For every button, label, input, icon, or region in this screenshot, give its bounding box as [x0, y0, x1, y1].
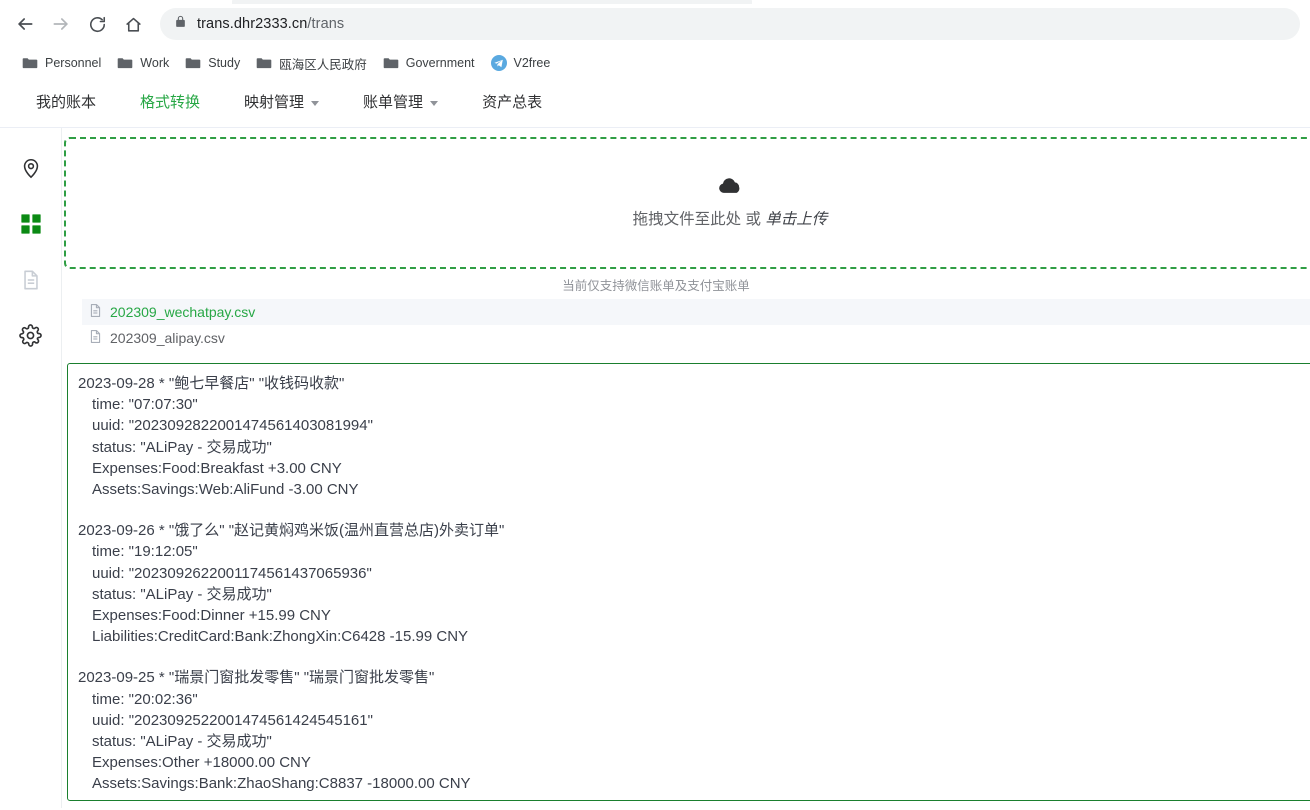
file-list-item[interactable]: 202309_alipay.csv	[82, 325, 1310, 351]
nav-item-my-ledger[interactable]: 我的账本	[14, 78, 118, 128]
sidebar-item-grid[interactable]	[0, 198, 62, 254]
transaction-posting: Liabilities:CreditCard:Bank:ZhongXin:C64…	[92, 628, 469, 646]
bookmark-study[interactable]: Study	[177, 52, 248, 74]
transaction-time: time: "07:07:30"	[92, 396, 198, 414]
paper-plane-icon	[490, 55, 507, 71]
transaction-status: status: "ALiPay - 交易成功"	[92, 585, 272, 603]
nav-item-label: 我的账本	[36, 93, 97, 111]
url-host: trans.dhr2333.cn	[197, 16, 308, 32]
forward-button[interactable]	[44, 7, 78, 41]
reload-button[interactable]	[80, 7, 114, 41]
nav-item-bill-management[interactable]: 账单管理	[341, 78, 460, 128]
browser-toolbar: trans.dhr2333.cn/trans	[0, 0, 1310, 48]
tab-strip-edge	[232, 0, 752, 4]
sidebar	[0, 128, 62, 808]
file-document-icon	[88, 329, 103, 347]
folder-icon	[22, 55, 38, 71]
sidebar-item-location[interactable]	[0, 142, 62, 198]
location-pin-icon	[20, 157, 42, 184]
transaction-uuid: uuid: "2023092522001474561424545161"	[92, 711, 373, 729]
document-icon	[20, 269, 42, 296]
reload-icon	[88, 15, 107, 34]
transaction-block: 2023-09-25 * "瑞景门窗批发零售" "瑞景门窗批发零售" time:…	[78, 667, 1310, 794]
arrow-right-icon	[51, 14, 71, 34]
nav-item-label: 资产总表	[482, 93, 543, 111]
folder-icon	[117, 55, 133, 71]
bookmark-work[interactable]: Work	[109, 52, 177, 74]
bookmark-label: Personnel	[45, 56, 102, 70]
transaction-block: 2023-09-26 * "饿了么" "赵记黄焖鸡米饭(温州直营总店)外卖订单"…	[78, 520, 1310, 647]
upload-instruction-text: 拖拽文件至此处 或 单击上传	[633, 207, 828, 229]
nav-item-format-conversion[interactable]: 格式转换	[118, 78, 222, 128]
chevron-down-icon	[430, 101, 439, 106]
transaction-posting: Expenses:Other +18000.00 CNY	[92, 754, 311, 772]
transaction-header: 2023-09-28 * "鲍七早餐店" "收钱码收款"	[78, 375, 345, 392]
file-name-label: 202309_alipay.csv	[110, 330, 225, 346]
file-document-icon	[88, 303, 103, 321]
transaction-block: 2023-09-28 * "鲍七早餐店" "收钱码收款" time: "07:0…	[78, 373, 1310, 500]
browser-chrome: trans.dhr2333.cn/trans Personnel Work St…	[0, 0, 1310, 78]
transaction-status: status: "ALiPay - 交易成功"	[92, 438, 272, 456]
main-navigation: 我的账本 格式转换 映射管理 账单管理 资产总表	[0, 78, 1310, 128]
transaction-posting: Expenses:Food:Breakfast +3.00 CNY	[92, 459, 342, 477]
url-text: trans.dhr2333.cn/trans	[197, 16, 344, 32]
transaction-posting: Assets:Savings:Web:AliFund -3.00 CNY	[92, 481, 359, 499]
bookmark-label: Study	[208, 56, 241, 70]
url-path: /trans	[307, 16, 345, 32]
nav-item-label: 映射管理	[244, 93, 305, 111]
transaction-status: status: "ALiPay - 交易成功"	[92, 733, 272, 751]
back-button[interactable]	[8, 7, 42, 41]
transaction-header: 2023-09-26 * "饿了么" "赵记黄焖鸡米饭(温州直营总店)外卖订单"	[78, 522, 505, 540]
home-button[interactable]	[116, 7, 150, 41]
grid-icon	[20, 213, 42, 240]
main-content: 拖拽文件至此处 或 单击上传 当前仅支持微信账单及支付宝账单 202309_we…	[62, 128, 1310, 808]
transaction-time: time: "19:12:05"	[92, 543, 198, 561]
upload-text-main: 拖拽文件至此处 或	[632, 211, 766, 228]
transaction-posting: Expenses:Food:Dinner +15.99 CNY	[92, 607, 331, 625]
nav-item-asset-summary[interactable]: 资产总表	[460, 78, 564, 128]
folder-icon	[383, 55, 399, 71]
transaction-uuid: uuid: "2023092622001174561437065936"	[92, 564, 372, 582]
bookmark-ouhai-government[interactable]: 瓯海区人民政府	[248, 51, 375, 76]
transaction-posting: Assets:Savings:Bank:ZhaoShang:C8837 -180…	[92, 775, 471, 793]
bookmark-label: Work	[140, 56, 170, 70]
transaction-uuid: uuid: "2023092822001474561403081994"	[92, 417, 373, 435]
upload-inner: 拖拽文件至此处 或 单击上传	[633, 177, 828, 229]
cloud-upload-icon	[719, 177, 741, 199]
beancount-output-editor[interactable]: 2023-09-28 * "鲍七早餐店" "收钱码收款" time: "07:0…	[67, 363, 1310, 801]
body-area: 拖拽文件至此处 或 单击上传 当前仅支持微信账单及支付宝账单 202309_we…	[0, 128, 1310, 808]
lock-icon	[174, 15, 187, 33]
bookmark-label: Government	[405, 56, 475, 70]
transaction-time: time: "20:02:36"	[92, 690, 198, 708]
bookmark-government[interactable]: Government	[375, 52, 483, 74]
nav-item-label: 账单管理	[363, 93, 424, 111]
file-upload-dropzone[interactable]: 拖拽文件至此处 或 单击上传	[64, 137, 1310, 269]
file-name-label: 202309_wechatpay.csv	[110, 304, 256, 320]
bookmarks-bar: Personnel Work Study 瓯海区人民政府 Government	[0, 48, 1310, 78]
nav-item-label: 格式转换	[140, 93, 201, 111]
bookmark-personnel[interactable]: Personnel	[14, 52, 109, 74]
upload-text-link[interactable]: 单击上传	[765, 211, 827, 228]
file-list-item[interactable]: 202309_wechatpay.csv	[82, 299, 1310, 325]
home-icon	[124, 15, 143, 34]
uploaded-file-list: 202309_wechatpay.csv 202309_alipay.csv	[82, 299, 1310, 351]
sidebar-item-document[interactable]	[0, 254, 62, 310]
hint-row: 当前仅支持微信账单及支付宝账单	[64, 269, 1310, 299]
app-root: 我的账本 格式转换 映射管理 账单管理 资产总表 拖拽文件至此处 或 单击上传 …	[0, 78, 1310, 808]
sidebar-item-settings[interactable]	[0, 310, 62, 366]
supported-formats-hint: 当前仅支持微信账单及支付宝账单	[562, 278, 750, 293]
bookmark-label: V2free	[513, 56, 551, 70]
address-bar[interactable]: trans.dhr2333.cn/trans	[160, 8, 1300, 40]
gear-icon	[19, 324, 42, 352]
bookmark-v2free[interactable]: V2free	[483, 52, 559, 74]
bookmark-label: 瓯海区人民政府	[279, 57, 367, 72]
folder-icon	[185, 55, 201, 71]
nav-item-mapping-management[interactable]: 映射管理	[222, 78, 341, 128]
arrow-left-icon	[15, 14, 35, 34]
transaction-header: 2023-09-25 * "瑞景门窗批发零售" "瑞景门窗批发零售"	[78, 669, 435, 687]
chevron-down-icon	[311, 101, 320, 106]
folder-icon	[256, 55, 272, 71]
